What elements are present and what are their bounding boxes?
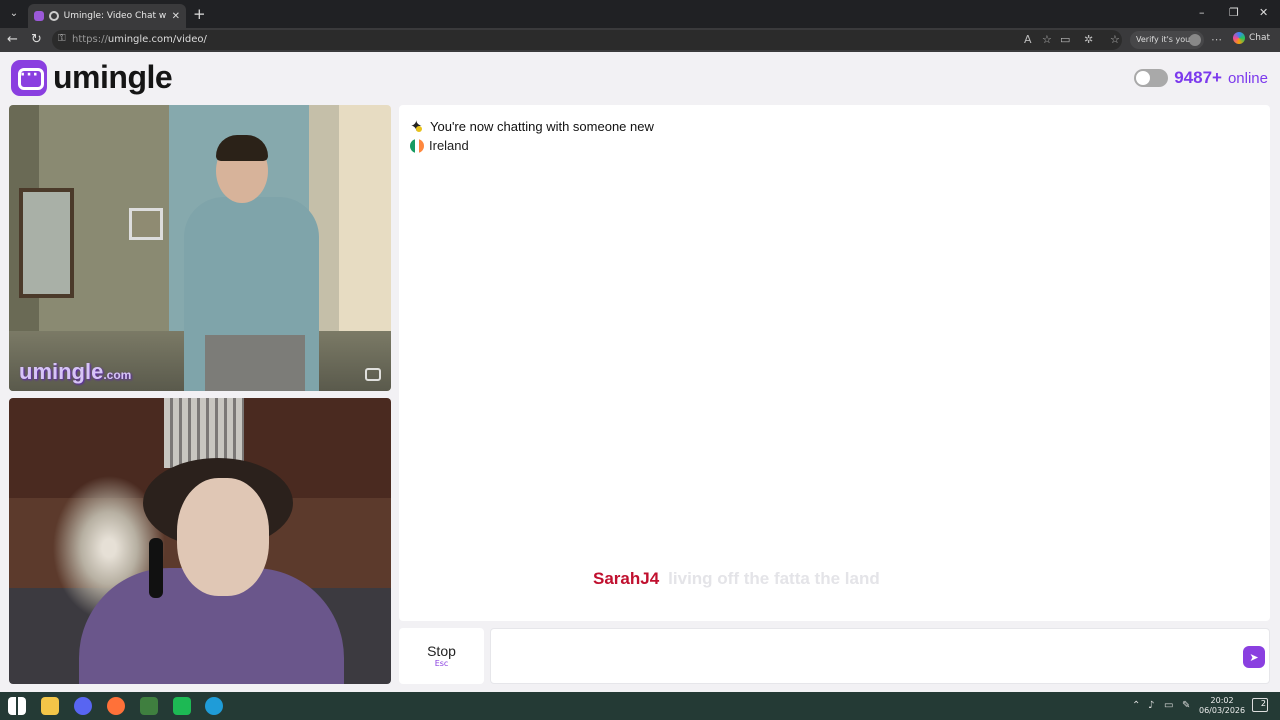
headset — [149, 538, 163, 598]
stranger-country: Ireland — [410, 138, 469, 153]
firefox-icon[interactable] — [107, 697, 125, 715]
logo-text: umingle — [53, 59, 173, 95]
verify-label: Verify it's you — [1136, 35, 1191, 44]
ireland-flag-icon — [410, 138, 424, 153]
address-bar[interactable]: ⚿ https://umingle.com/video/ — [52, 30, 1122, 50]
caption-overlay: SarahJ4 living off the fatta the land — [593, 569, 880, 589]
minecraft-icon[interactable] — [140, 697, 158, 715]
online-count: 9487+ — [1174, 68, 1222, 87]
chat-bubble-logo-icon — [11, 59, 47, 96]
browser-titlebar: ⌄ Umingle: Video Chat with Stra ✕ + – ❐ … — [0, 0, 1280, 28]
close-window-button[interactable]: ✕ — [1259, 6, 1268, 19]
pen-icon[interactable]: ✎ — [1182, 700, 1190, 711]
stop-button[interactable]: Stop Esc — [399, 628, 484, 684]
video-watermark: umingle.com — [19, 359, 132, 384]
notifications-icon[interactable]: 2 — [1252, 698, 1268, 712]
windows-taskbar: ⌃ ♪ ▭ ✎ 20:02 06/03/2026 2 — [0, 692, 1280, 720]
wall-picture — [19, 188, 74, 298]
stop-label: Stop — [427, 643, 456, 659]
chat-log: You're now chatting with someone new Ire… — [399, 105, 1270, 621]
self-face — [177, 478, 269, 596]
stranger-video: umingle.com — [9, 105, 391, 391]
site-info-icon[interactable]: ⚿ — [58, 33, 66, 44]
file-explorer-icon[interactable] — [41, 697, 59, 715]
split-screen-icon[interactable]: ▭ — [1060, 33, 1070, 46]
network-icon[interactable]: ▭ — [1164, 700, 1173, 711]
read-aloud-icon[interactable]: A — [1024, 33, 1032, 46]
system-message: You're now chatting with someone new — [410, 117, 654, 135]
reload-icon[interactable]: ↻ — [31, 32, 42, 47]
tray-chevron-icon[interactable]: ⌃ — [1132, 700, 1140, 711]
extensions-icon[interactable]: ✲ — [1084, 33, 1093, 46]
favorites-icon[interactable]: ☆ — [1110, 33, 1120, 46]
theme-toggle[interactable] — [1134, 69, 1169, 87]
url-text: https://umingle.com/video/ — [72, 34, 207, 45]
system-message-text: You're now chatting with someone new — [430, 119, 654, 134]
stranger-legs — [205, 335, 305, 391]
close-tab-icon[interactable]: ✕ — [172, 11, 180, 22]
caption-message: living off the fatta the land — [668, 569, 880, 588]
tab-title: Umingle: Video Chat with Stra — [63, 11, 167, 21]
volume-icon[interactable]: ♪ — [1148, 700, 1154, 711]
online-indicator: 9487+ online — [1134, 68, 1268, 88]
clock-date: 06/03/2026 — [1199, 706, 1246, 715]
maximize-button[interactable]: ❐ — [1229, 6, 1239, 19]
minimize-button[interactable]: – — [1199, 6, 1205, 19]
verify-profile-button[interactable]: Verify it's you — [1130, 31, 1204, 49]
self-video — [9, 398, 391, 684]
umingle-page: umingle 9487+ online umingle.com You're … — [0, 52, 1280, 692]
app-icon[interactable] — [173, 697, 191, 715]
umingle-favicon-icon — [48, 11, 59, 21]
discord-icon[interactable] — [74, 697, 92, 715]
new-tab-button[interactable]: + — [193, 5, 206, 23]
window-curtain — [164, 398, 244, 468]
browser-tab-umingle[interactable]: Umingle: Video Chat with Stra ✕ — [28, 4, 186, 28]
edge-icon[interactable] — [205, 697, 223, 715]
site-logo[interactable]: umingle — [11, 59, 173, 96]
avatar — [1189, 34, 1201, 46]
caption-username: SarahJ4 — [593, 569, 660, 588]
profile-icon — [34, 11, 44, 21]
favorite-star-icon[interactable]: ☆ — [1042, 33, 1052, 46]
copilot-icon — [1233, 32, 1245, 44]
clock-time: 20:02 — [1210, 696, 1234, 705]
back-arrow-icon[interactable]: ← — [7, 32, 18, 47]
chat-label: Chat — [1249, 33, 1271, 43]
wall-picture-small — [129, 208, 163, 240]
tab-list-chevron-icon[interactable]: ⌄ — [6, 6, 22, 22]
stranger-hair — [216, 135, 268, 161]
message-input[interactable] — [490, 628, 1270, 684]
copilot-chat-button[interactable]: Chat — [1233, 32, 1270, 44]
country-name: Ireland — [429, 138, 469, 153]
stop-shortcut: Esc — [434, 659, 449, 668]
send-icon[interactable]: ➤ — [1243, 646, 1265, 668]
windows-start-icon[interactable] — [8, 697, 26, 715]
more-menu-icon[interactable]: ⋯ — [1211, 33, 1222, 46]
sparkle-icon — [410, 117, 424, 135]
report-flag-icon[interactable] — [365, 368, 381, 381]
browser-toolbar: ← ↻ ⚿ https://umingle.com/video/ A ☆ ▭ ✲… — [0, 28, 1280, 52]
online-label: online — [1227, 69, 1268, 87]
system-clock[interactable]: 20:02 06/03/2026 — [1199, 696, 1245, 716]
